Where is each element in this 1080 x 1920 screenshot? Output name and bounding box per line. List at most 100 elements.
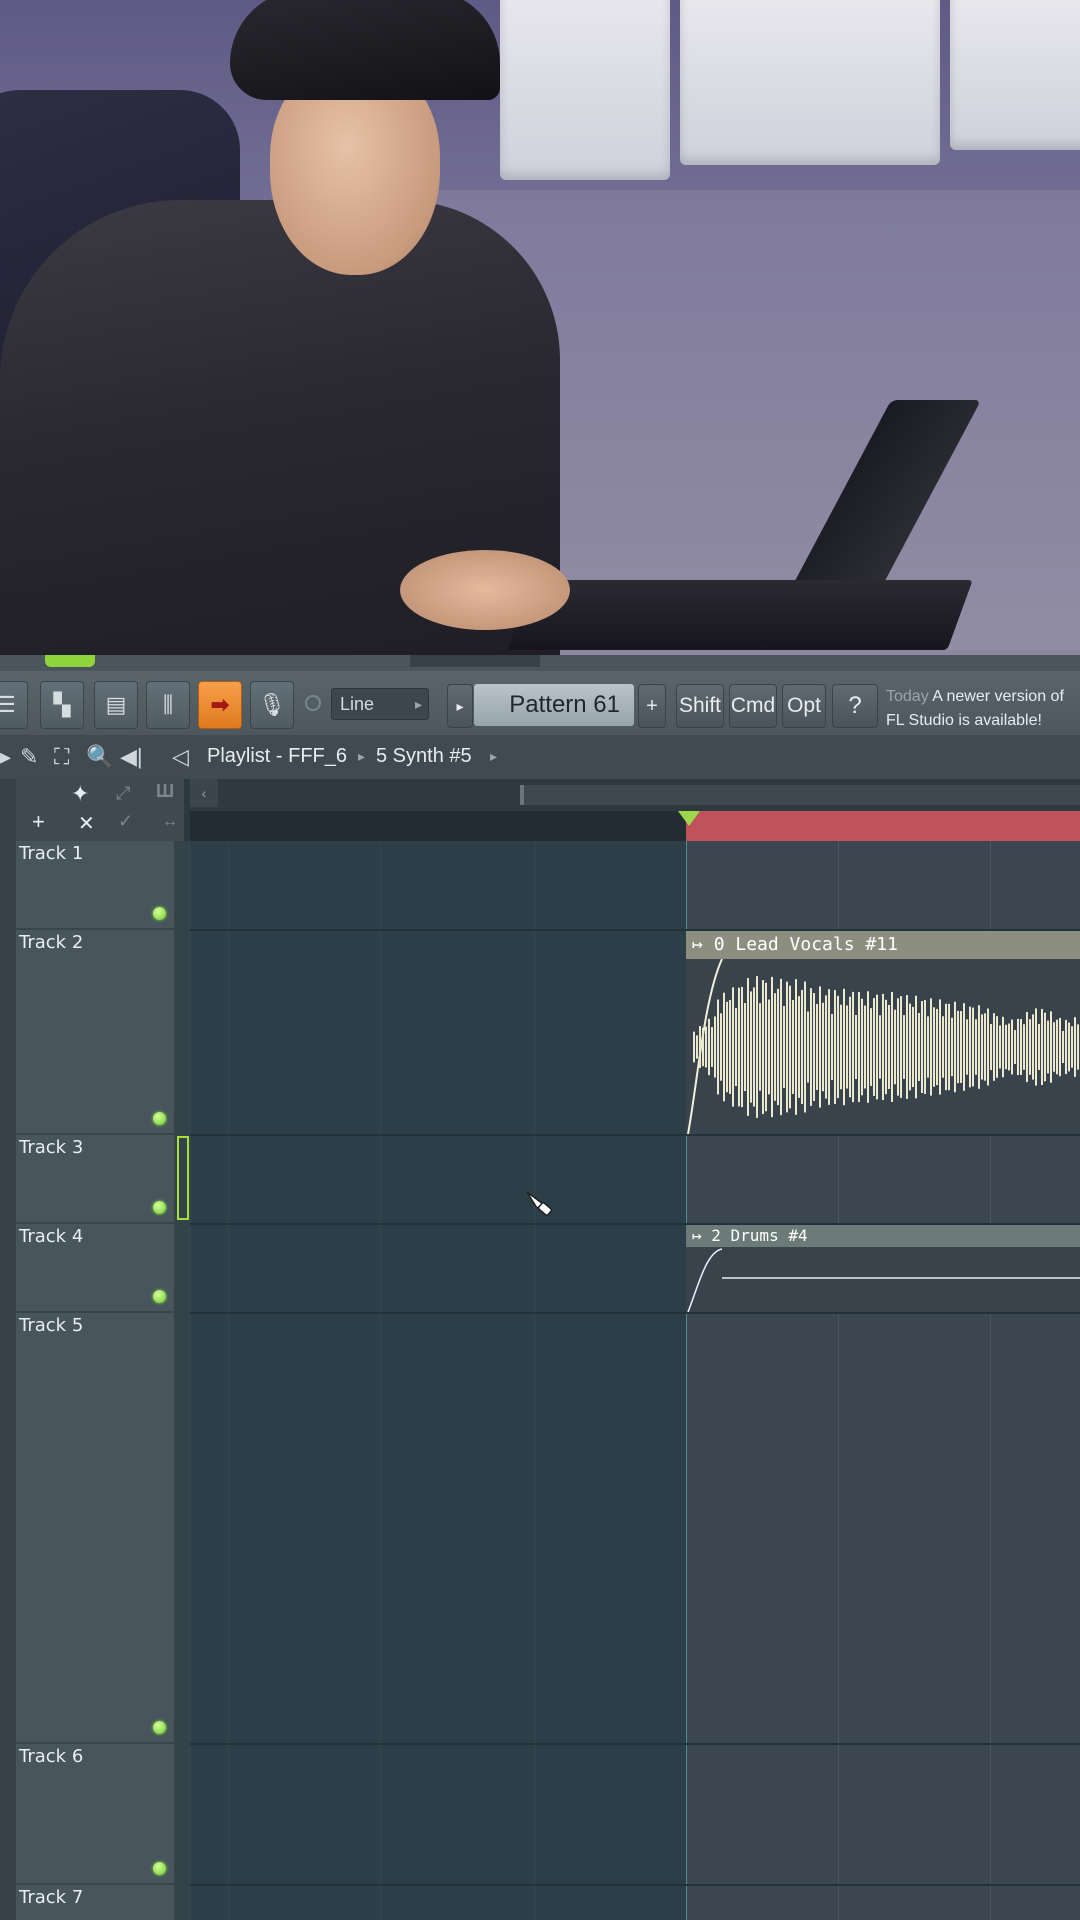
track-header-tools: ✦ ⤢ Ш + ✕ ✓ ↔ <box>16 779 184 841</box>
mute-led[interactable] <box>153 1290 166 1303</box>
add-track-icon[interactable]: + <box>32 809 45 835</box>
playlist-icon[interactable]: ☰ <box>0 681 28 729</box>
news-text-line2: FL Studio is available! <box>886 712 1042 729</box>
chevron-right-icon: ▸ <box>414 696 422 712</box>
playlist-grid[interactable]: ↦ 0 Lead Vocals #11 ↦ 2 Drums #4 <box>190 841 1080 1920</box>
lane-divider <box>190 1134 1080 1136</box>
overhead-bin-open <box>680 0 940 165</box>
track-header[interactable]: Track 5 <box>16 1313 174 1744</box>
camera-video-frame <box>0 0 1080 655</box>
add-pattern-button[interactable]: + <box>638 684 666 728</box>
track-name: Track 4 <box>19 1226 84 1247</box>
cmd-key-button[interactable]: Cmd <box>729 684 777 728</box>
piano-roll-icon[interactable]: ▚ <box>40 681 84 729</box>
waveform <box>687 959 1079 1134</box>
pattern-label: Pattern 61 <box>509 691 620 718</box>
overhead-bin <box>500 0 670 180</box>
person-cap <box>230 0 500 100</box>
mute-led[interactable] <box>153 1862 166 1875</box>
track-name: Track 2 <box>19 932 84 953</box>
arrow-right-icon[interactable]: ▸ <box>0 744 11 770</box>
sparkle-icon[interactable]: ✦ <box>71 781 89 807</box>
left-panel-edge <box>0 779 16 1920</box>
overhead-bin <box>950 0 1080 150</box>
track-name: Track 5 <box>19 1315 84 1336</box>
clip-title: ↦ 0 Lead Vocals #11 <box>686 931 1080 959</box>
help-icon[interactable]: ? <box>832 684 878 728</box>
lane-divider <box>190 1743 1080 1745</box>
track-header-divider <box>174 841 190 1920</box>
news-panel[interactable]: Today A newer version of FL Studio is av… <box>886 685 1080 733</box>
transport-strip <box>0 655 1080 671</box>
news-date: Today <box>886 688 929 705</box>
clip-name: 0 Lead Vocals #11 <box>713 934 898 955</box>
song-mode-indicator <box>45 655 95 667</box>
chevron-left-icon[interactable]: ‹ <box>190 779 218 807</box>
track-header[interactable]: Track 4 <box>16 1224 174 1313</box>
arrow-right-icon[interactable]: ➡ <box>198 681 242 729</box>
speaker-icon[interactable]: ◁ <box>172 744 189 770</box>
microphone-icon[interactable]: 🎙 <box>250 681 294 729</box>
main-toolbar: ☰ ▚ ▤ ⫼ ➡ 🎙 Line ▸ ▸ Pattern 61 + Shift … <box>0 671 1080 735</box>
track-headers: Track 1 Track 2 Track 3 Track 4 Track 5 … <box>16 841 174 1920</box>
paint-brush-cursor-icon <box>526 1191 553 1216</box>
track-name: Track 1 <box>19 843 84 864</box>
track-header[interactable]: Track 1 <box>16 841 174 930</box>
chevron-right-icon: ▸ <box>358 748 366 764</box>
fullscreen-icon[interactable]: ⛶ <box>54 744 69 770</box>
grid-line <box>190 841 191 1920</box>
track-header[interactable]: Track 3 <box>16 1135 174 1224</box>
lane-divider <box>190 1884 1080 1886</box>
lane-divider <box>190 1312 1080 1314</box>
current-pattern[interactable]: 5 Synth #5 <box>376 745 472 768</box>
grid-icon[interactable]: Ш <box>156 781 174 802</box>
mute-led[interactable] <box>153 907 166 920</box>
track-header[interactable]: Track 7 <box>16 1885 174 1920</box>
pattern-prev-button[interactable]: ▸ <box>447 684 473 728</box>
time-display <box>410 655 540 667</box>
mute-led[interactable] <box>153 1112 166 1125</box>
clip-title: ↦ 2 Drums #4 <box>686 1225 1080 1247</box>
snap-value: Line <box>340 694 375 714</box>
track-selection-marker[interactable] <box>177 1136 189 1220</box>
resize-icon[interactable]: ↔ <box>162 813 178 831</box>
scroll-thumb[interactable] <box>520 785 1080 805</box>
zoom-icon[interactable]: 🔍 <box>86 744 113 770</box>
mixer-icon[interactable]: ⫼ <box>146 681 190 729</box>
check-icon[interactable]: ✓ <box>118 811 133 832</box>
playlist-title[interactable]: Playlist - FFF_6 <box>207 745 347 768</box>
mute-led[interactable] <box>153 1201 166 1214</box>
track-header[interactable]: Track 6 <box>16 1744 174 1885</box>
clip-arrow-icon: ↦ <box>692 1226 712 1245</box>
pattern-selector[interactable]: Pattern 61 <box>474 684 634 726</box>
news-text-line1: A newer version of <box>932 688 1064 705</box>
channel-rack-icon[interactable]: ▤ <box>94 681 138 729</box>
loop-region[interactable] <box>686 811 1080 841</box>
link-icon[interactable]: ⤢ <box>116 783 130 804</box>
close-icon[interactable]: ✕ <box>78 811 95 836</box>
timeline-scrollbar[interactable]: ‹ <box>190 779 1080 811</box>
grid-line <box>534 841 535 1920</box>
playlist-titlebar: ▸ ✎ ⛶ 🔍 ◀| ◁ Playlist - FFF_6 ▸ 5 Synth … <box>0 735 1080 779</box>
playhead-marker[interactable] <box>678 811 700 826</box>
clip-arrow-icon: ↦ <box>692 934 714 955</box>
shift-key-button[interactable]: Shift <box>676 684 724 728</box>
track-name: Track 7 <box>19 1887 84 1908</box>
track-name: Track 3 <box>19 1137 84 1158</box>
audio-clip-lead-vocals[interactable]: ↦ 0 Lead Vocals #11 <box>686 931 1080 1134</box>
draw-tool-icon[interactable]: ✎ <box>20 744 38 770</box>
hand <box>400 550 570 630</box>
track-header[interactable]: Track 2 <box>16 930 174 1135</box>
snap-select[interactable]: Line ▸ <box>331 688 429 720</box>
track-name: Track 6 <box>19 1746 84 1767</box>
laptop-keyboard <box>507 580 973 650</box>
magnet-icon[interactable] <box>305 695 321 711</box>
pattern-clip-drums[interactable]: ↦ 2 Drums #4 <box>686 1225 1080 1312</box>
chevron-right-icon: ▸ <box>490 748 498 764</box>
grid-line <box>228 841 229 1920</box>
mute-led[interactable] <box>153 1721 166 1734</box>
automation-curve <box>687 1248 1080 1312</box>
opt-key-button[interactable]: Opt <box>782 684 826 728</box>
clip-name: 2 Drums #4 <box>711 1226 808 1245</box>
speaker-icon[interactable]: ◀| <box>120 744 143 770</box>
